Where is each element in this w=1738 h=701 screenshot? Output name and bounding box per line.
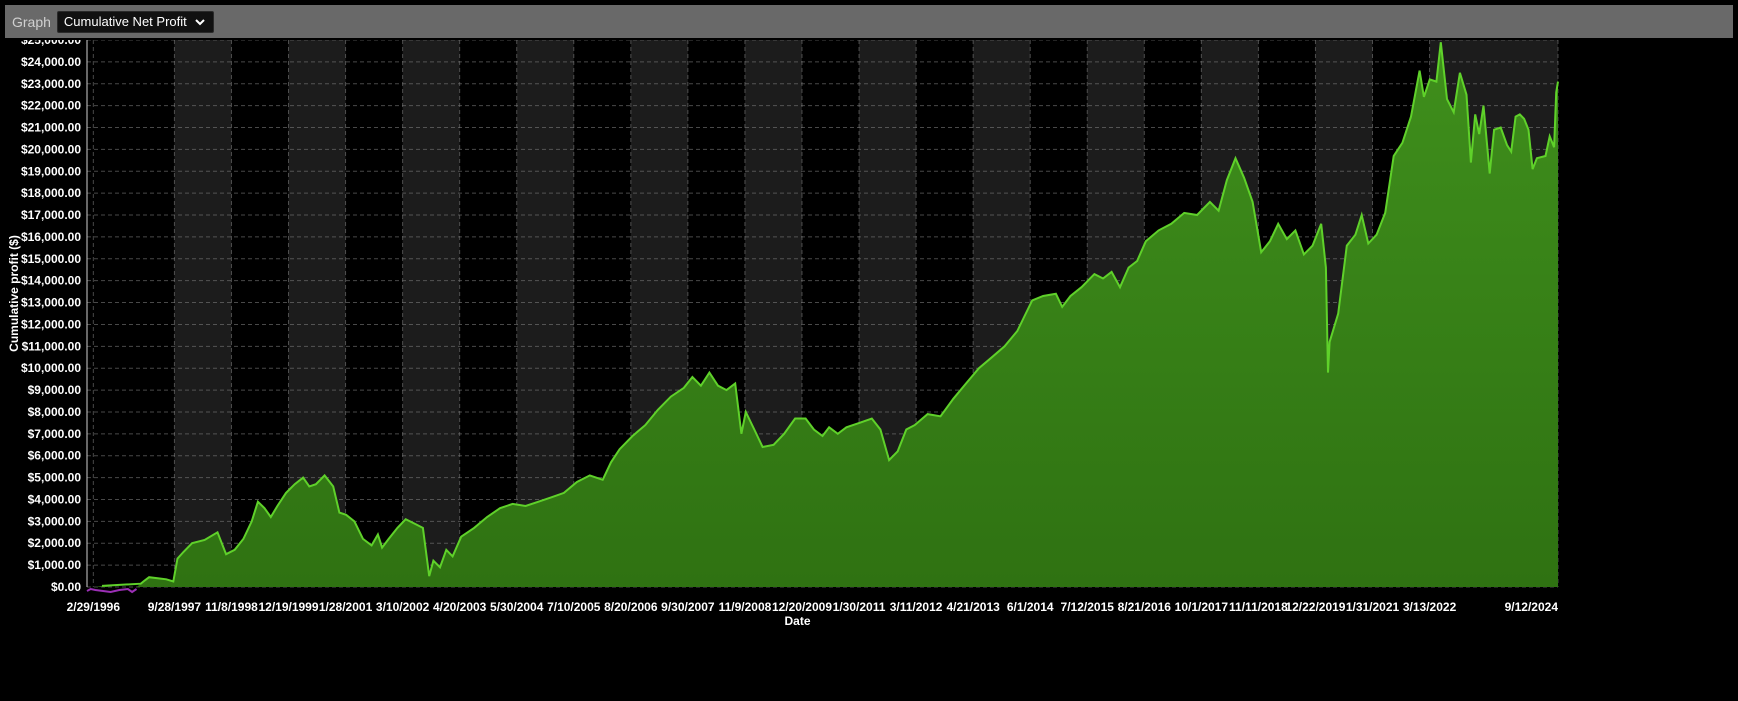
y-tick-label: $17,000.00 [21,208,81,222]
y-tick-label: $23,000.00 [21,77,81,91]
x-tick-label: 3/10/2002 [376,600,430,614]
y-tick-label: $6,000.00 [28,449,82,463]
y-axis-title: Cumulative profit ($) [7,235,21,352]
y-tick-label: $13,000.00 [21,296,81,310]
y-tick-label: $21,000.00 [21,121,81,135]
x-tick-label: 12/19/1999 [258,600,318,614]
y-tick-label: $10,000.00 [21,361,81,375]
y-tick-label: $14,000.00 [21,274,81,288]
y-tick-label: $7,000.00 [28,427,82,441]
graph-type-value: Cumulative Net Profit [63,14,187,29]
y-tick-label: $3,000.00 [28,514,82,528]
y-tick-label: $24,000.00 [21,55,81,69]
x-tick-label: 9/12/2024 [1505,600,1559,614]
x-axis-ticks: 2/29/1996 9/28/1997 11/8/1998 12/19/1999 1/2… [67,600,1559,614]
y-tick-label: $19,000.00 [21,164,81,178]
y-tick-label: $9,000.00 [28,383,82,397]
y-tick-label: $5,000.00 [28,471,82,485]
y-tick-label: $8,000.00 [28,405,82,419]
y-tick-label: $18,000.00 [21,186,81,200]
chevron-down-icon [195,18,205,25]
graph-toolbar: Graph Cumulative Net Profit [5,5,1733,38]
cumulative-profit-chart: $0.00 $1,000.00 $2,000.00 $3,000.00 $4,000.0… [7,40,1559,628]
y-tick-label: $11,000.00 [22,339,82,353]
y-tick-label: $4,000.00 [28,492,82,506]
y-tick-label: $2,000.00 [28,536,82,550]
x-tick-label: 11/9/2008 [719,600,772,614]
date-band [174,40,232,587]
y-tick-label: $20,000.00 [21,142,81,156]
x-tick-label: 11/11/2018 [1229,600,1288,614]
date-band [402,40,460,587]
graph-label: Graph [12,13,51,30]
x-tick-label: 3/11/2012 [890,600,943,614]
negative-profit-line [86,587,138,594]
y-axis-ticks: $0.00 $1,000.00 $2,000.00 $3,000.00 $4,000.0… [21,40,81,594]
x-tick-label: 7/10/2005 [547,600,601,614]
x-tick-label: 1/30/2011 [833,600,886,614]
x-tick-label: 4/21/2013 [946,600,1000,614]
x-tick-label: 10/1/2017 [1175,600,1229,614]
x-tick-label: 9/28/1997 [148,600,202,614]
y-tick-label: $16,000.00 [21,230,81,244]
y-tick-label: $1,000.00 [28,558,82,572]
graph-type-select[interactable]: Cumulative Net Profit [56,10,214,33]
x-tick-label: 3/13/2022 [1403,600,1457,614]
x-tick-label: 12/22/2019 [1285,600,1345,614]
x-tick-label: 1/28/2001 [319,600,373,614]
x-tick-label: 11/8/1998 [205,600,258,614]
x-tick-label: 6/1/2014 [1007,600,1054,614]
x-tick-label: 7/12/2015 [1061,600,1115,614]
x-tick-label: 2/29/1996 [67,600,121,614]
x-axis-title: Date [784,614,810,628]
x-tick-label: 1/31/2021 [1346,600,1400,614]
x-tick-label: 4/20/2003 [433,600,487,614]
y-tick-label: $25,000.00 [21,40,81,47]
y-tick-label: $12,000.00 [21,317,81,331]
x-tick-label: 8/21/2016 [1118,600,1172,614]
x-tick-label: 8/20/2006 [604,600,658,614]
x-tick-label: 9/30/2007 [661,600,715,614]
y-tick-label: $15,000.00 [21,252,81,266]
x-tick-label: 12/20/2009 [772,600,832,614]
x-tick-label: 5/30/2004 [490,600,544,614]
y-tick-label: $22,000.00 [21,99,81,113]
y-tick-label: $0.00 [51,580,81,594]
